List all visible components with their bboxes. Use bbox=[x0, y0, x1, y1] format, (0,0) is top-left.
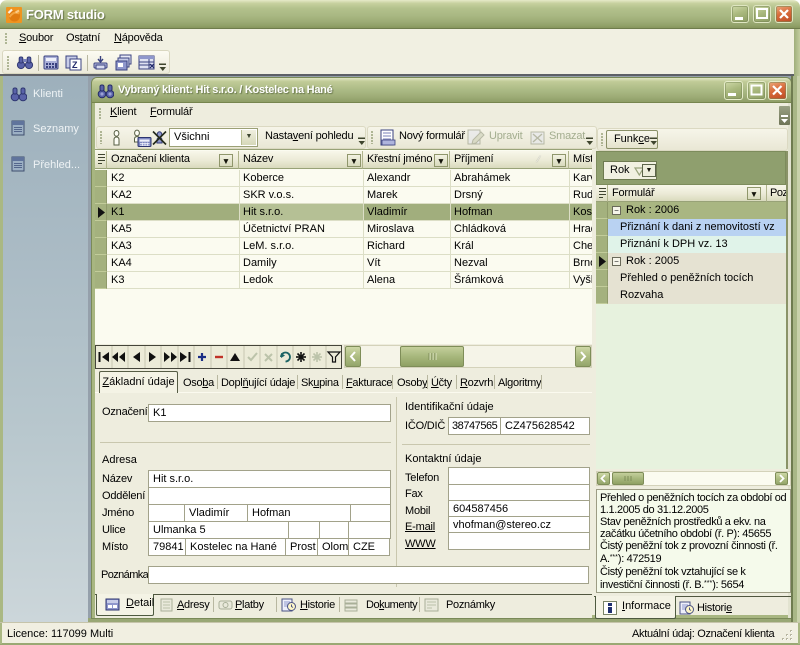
svg-text:Z: Z bbox=[72, 60, 78, 70]
